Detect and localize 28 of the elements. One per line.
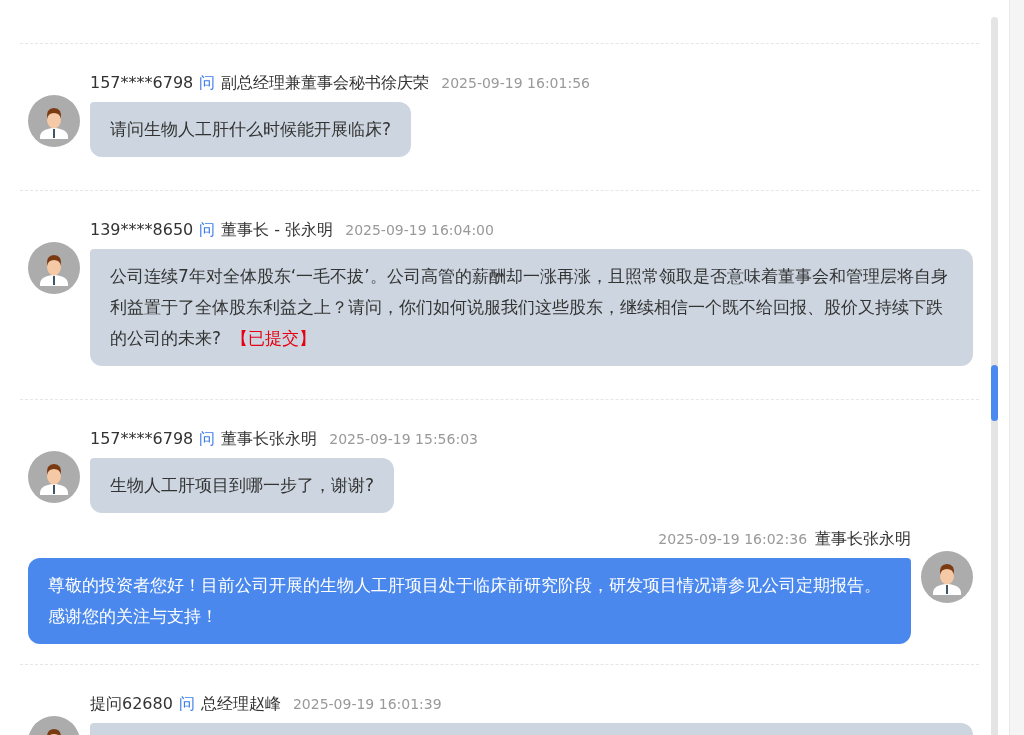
recipient-name: 总经理赵峰: [200, 693, 281, 715]
asker-name: 157****6798: [90, 428, 194, 450]
avatar-icon: [921, 551, 974, 603]
answer-time: 2025-09-19 16:02:36: [658, 530, 808, 549]
ask-label: 问: [199, 72, 216, 94]
recipient-name: 副总经理兼董事会秘书徐庆荣: [221, 72, 430, 94]
ask-label: 问: [199, 428, 216, 450]
recipient-name: 董事长 - 张永明: [221, 219, 334, 241]
responder-name: 董事长张永明: [815, 528, 912, 550]
question-time: 2025-09-19 16:01:56: [441, 74, 590, 93]
question-text: 生物人工肝项目到哪一步了，谢谢?: [110, 475, 375, 495]
question-time: 2025-09-19 16:04:00: [345, 221, 494, 240]
scrollbar[interactable]: [990, 17, 998, 735]
question-text: 公司连续7年对全体股东‘一毛不拔’。公司高管的薪酬却一涨再涨，且照常领取是否意味着董事会和管理层将自身利益置于了全体股东利益之上？请问，你们如何说服我们这些股东，继续相信一个既不给回报、股价又持续下跌的公司的未来? 【已提交】: [110, 266, 948, 348]
status-tag: 【已提交】: [231, 328, 317, 348]
answer-text: 尊敬的投资者您好！目前公司开展的生物人工肝项目处于临床前研究阶段，研发项目情况请参见公司定期报告。感谢您的关注与支持！: [48, 575, 881, 626]
ask-label: 问: [178, 693, 195, 715]
asker-name: 139****8650: [90, 219, 194, 241]
recipient-name: 董事长张永明: [221, 428, 318, 450]
asker-name: 提问62680: [90, 693, 173, 715]
avatar-icon: [28, 451, 80, 503]
question-text: 请问生物人工肝什么时候能开展临床?: [110, 119, 392, 139]
avatar-icon: [28, 95, 80, 147]
ask-label: 问: [199, 219, 216, 241]
avatar-icon: [28, 242, 80, 294]
question-time: 2025-09-19 15:56:03: [329, 430, 478, 449]
asker-name: 157****6798: [90, 72, 194, 94]
question-time: 2025-09-19 16:01:39: [292, 695, 442, 714]
